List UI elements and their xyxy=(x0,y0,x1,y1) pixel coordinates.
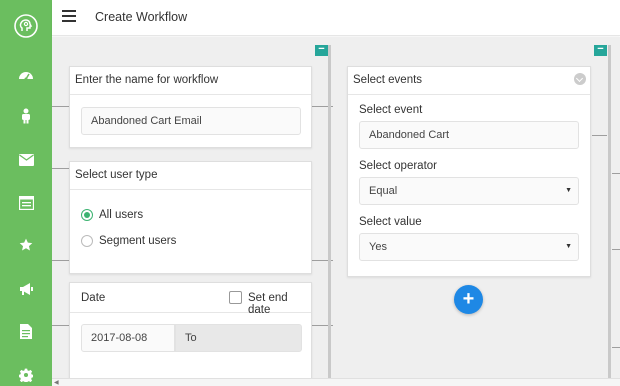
add-event-button[interactable]: + xyxy=(454,285,483,314)
user-icon[interactable] xyxy=(0,101,52,131)
top-header: Create Workflow xyxy=(52,0,620,36)
connector-line xyxy=(52,260,69,261)
chevron-down-icon[interactable] xyxy=(574,73,586,85)
set-end-date-label: Set end date xyxy=(248,292,288,316)
settings-icon[interactable] xyxy=(0,360,52,386)
value-select-value: Yes xyxy=(369,241,387,253)
connector-line xyxy=(52,168,69,169)
collapse-column-2-button[interactable]: − xyxy=(594,44,607,56)
connector-line xyxy=(52,325,69,326)
select-event-label: Select event xyxy=(359,104,423,116)
dropdown-caret-icon: ▼ xyxy=(565,187,572,194)
calendar-icon[interactable] xyxy=(0,188,52,218)
document-icon[interactable] xyxy=(0,316,52,346)
user-type-card-title: Select user type xyxy=(70,162,311,190)
connector-line xyxy=(592,135,607,136)
workflow-name-card: Enter the name for workflow Abandoned Ca… xyxy=(69,66,312,148)
dashboard-icon[interactable] xyxy=(0,59,52,89)
scroll-left-icon[interactable]: ◀ xyxy=(54,379,59,386)
workflow-name-input[interactable]: Abandoned Cart Email xyxy=(81,107,301,135)
menu-icon[interactable] xyxy=(62,10,76,22)
star-icon[interactable] xyxy=(0,230,52,260)
connector-line xyxy=(612,249,620,250)
radio-unselected-icon[interactable] xyxy=(81,235,93,247)
segment-users-radio[interactable]: Segment users xyxy=(81,235,176,247)
connector-line xyxy=(612,173,620,174)
value-select[interactable]: Yes ▼ xyxy=(359,233,579,261)
user-type-card: Select user type All users Segment users xyxy=(69,161,312,274)
segment-users-label: Segment users xyxy=(99,235,177,247)
sidebar xyxy=(0,0,52,386)
horizontal-scrollbar[interactable]: ◀ xyxy=(52,378,620,386)
collapse-column-1-button[interactable]: − xyxy=(315,44,328,56)
date-card: Date Set end date 2017-08-08 To xyxy=(69,282,312,378)
events-card: Select events Select event Abandoned Car… xyxy=(347,66,591,277)
end-date-input[interactable]: To xyxy=(175,324,302,352)
set-end-date-checkbox[interactable] xyxy=(229,291,242,304)
select-operator-label: Select operator xyxy=(359,160,437,172)
events-card-title: Select events xyxy=(348,67,590,95)
operator-select-value: Equal xyxy=(369,185,398,197)
connector-line xyxy=(52,106,69,107)
column-border xyxy=(608,45,611,378)
dropdown-caret-icon: ▼ xyxy=(565,243,572,250)
megaphone-icon[interactable] xyxy=(0,274,52,304)
all-users-label: All users xyxy=(99,209,144,221)
mail-icon[interactable] xyxy=(0,145,52,175)
column-border xyxy=(328,45,331,378)
start-date-input[interactable]: 2017-08-08 xyxy=(81,324,175,352)
profile-head-icon[interactable] xyxy=(0,11,52,41)
workflow-name-card-title: Enter the name for workflow xyxy=(70,67,311,95)
workflow-canvas: − − Enter the name for workflow Abandone… xyxy=(52,37,620,378)
select-value-label: Select value xyxy=(359,216,422,228)
all-users-radio[interactable]: All users xyxy=(81,209,143,221)
radio-selected-icon[interactable] xyxy=(81,209,93,221)
event-input[interactable]: Abandoned Cart xyxy=(359,121,579,149)
page-title: Create Workflow xyxy=(95,10,188,24)
operator-select[interactable]: Equal ▼ xyxy=(359,177,579,205)
connector-line xyxy=(612,347,620,348)
